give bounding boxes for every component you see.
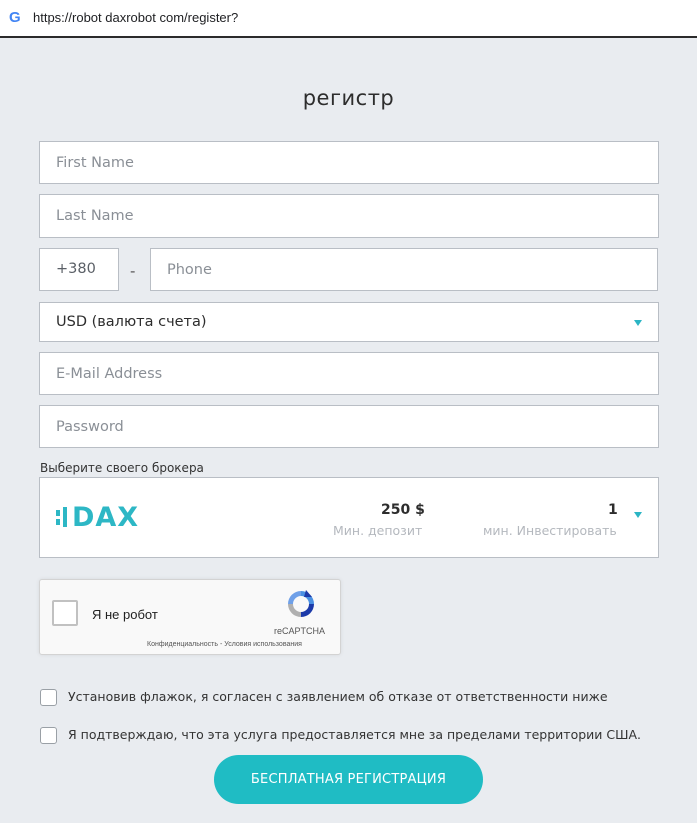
disclaimer-checkbox[interactable] xyxy=(40,689,57,706)
chevron-down-icon xyxy=(634,320,642,326)
disclaimer-text: Установив флажок, я согласен с заявление… xyxy=(68,689,608,704)
email-input[interactable] xyxy=(56,365,658,382)
password-input[interactable] xyxy=(56,418,658,435)
last-name-input[interactable] xyxy=(56,208,658,224)
min-invest-value: 1 xyxy=(608,502,618,518)
chevron-down-icon xyxy=(634,512,642,518)
phone-code-value: +380 xyxy=(56,261,96,278)
address-bar[interactable]: G https://robot daxrobot com/register? xyxy=(0,0,697,38)
recaptcha-brand: reCAPTCHA xyxy=(274,626,326,636)
recaptcha-label: Я не робот xyxy=(92,607,158,622)
non-us-checkbox[interactable] xyxy=(40,727,57,744)
min-deposit-value: 250 $ xyxy=(381,502,425,518)
page-title: регистр xyxy=(302,86,395,110)
min-invest-caption: мин. Инвестировать xyxy=(483,523,617,538)
currency-selected-value: USD (валюта счета) xyxy=(56,313,207,330)
non-us-text: Я подтверждаю, что эта услуга предоставл… xyxy=(68,727,641,742)
recaptcha-links[interactable]: Конфиденциальность - Условия использован… xyxy=(147,641,302,648)
google-g-icon: G xyxy=(9,9,21,26)
broker-label: Выберите своего брокера xyxy=(40,461,204,475)
free-registration-button[interactable]: БЕСПЛАТНАЯ РЕГИСТРАЦИЯ xyxy=(214,755,483,804)
recaptcha-logo-icon xyxy=(288,590,314,617)
currency-select[interactable]: USD (валюта счета) xyxy=(39,302,659,342)
phone-code-field[interactable]: +380 xyxy=(39,248,119,291)
min-deposit-caption: Мин. депозит xyxy=(333,523,423,538)
first-name-field[interactable] xyxy=(39,141,659,184)
broker-select[interactable]: DAX 250 $ Мин. депозит 1 мин. Инвестиров… xyxy=(39,477,659,558)
url-text[interactable]: https://robot daxrobot com/register? xyxy=(33,10,238,26)
recaptcha-widget[interactable]: Я не робот reCAPTCHA Конфиденциальность … xyxy=(39,579,341,655)
last-name-field[interactable] xyxy=(39,194,659,238)
password-field[interactable] xyxy=(39,405,659,448)
dax-logo: DAX xyxy=(56,502,139,533)
email-field[interactable] xyxy=(39,352,659,395)
phone-field[interactable] xyxy=(150,248,658,291)
phone-input[interactable] xyxy=(167,261,657,278)
phone-separator: - xyxy=(130,262,136,280)
recaptcha-checkbox[interactable] xyxy=(52,600,78,626)
first-name-input[interactable] xyxy=(56,154,658,171)
